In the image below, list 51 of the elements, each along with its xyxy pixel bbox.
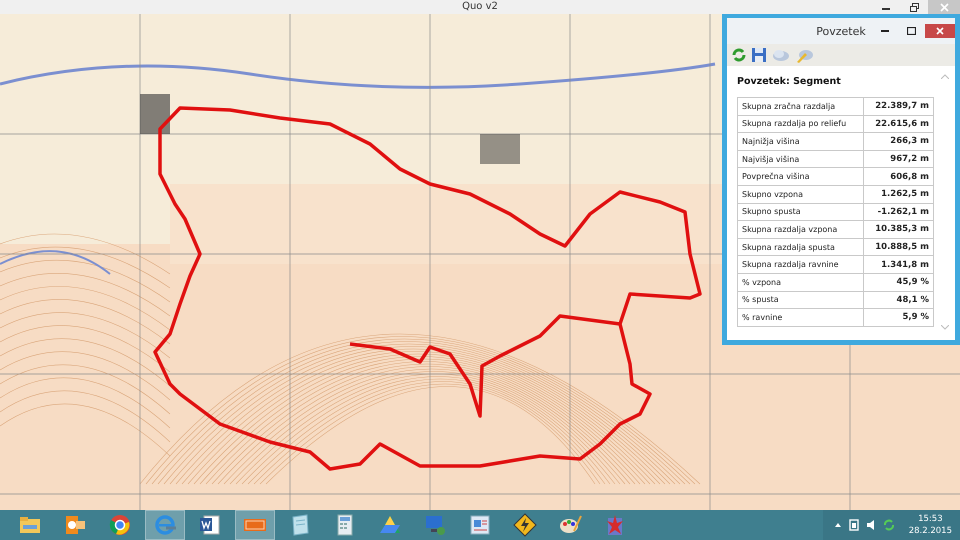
stat-label: Povprečna višina <box>738 168 864 186</box>
stat-value: 10.385,3 m <box>864 220 934 238</box>
scroll-down-icon[interactable] <box>941 325 949 330</box>
stat-value: 22.615,6 m <box>864 115 934 133</box>
stat-label: Skupna razdalja po reliefu <box>738 115 864 133</box>
stat-label: Skupna razdalja ravnine <box>738 256 864 274</box>
summary-heading: Povzetek: Segment <box>737 76 842 87</box>
close-button[interactable] <box>925 24 955 38</box>
stat-value: 1.341,8 m <box>864 256 934 274</box>
web-browser-icon <box>153 513 177 537</box>
restore-icon <box>910 2 918 12</box>
window-title: Quo v2 <box>462 0 498 14</box>
mail-icon <box>63 513 87 537</box>
stat-value: 22.389,7 m <box>864 98 934 116</box>
stat-label: Najnižja višina <box>738 132 864 150</box>
stat-value: 266,3 m <box>864 132 934 150</box>
stat-value: 606,8 m <box>864 168 934 186</box>
minimize-icon <box>881 30 889 32</box>
stat-value: 5,9 % <box>864 308 934 326</box>
stat-label: Najvišja višina <box>738 150 864 168</box>
stat-label: % vzpona <box>738 273 864 292</box>
clock-date[interactable]: 28.2.2015 <box>908 525 952 537</box>
document-icon <box>198 513 222 537</box>
stat-value: 10.888,5 m <box>864 238 934 256</box>
stat-value: 48,1 % <box>864 291 934 309</box>
stat-label: % ravnine <box>738 308 864 326</box>
stat-value: 1.262,5 m <box>864 185 934 204</box>
clock-time[interactable]: 15:53 <box>918 513 943 525</box>
stat-value: 967,2 m <box>864 150 934 168</box>
lightning-icon <box>513 513 537 537</box>
panel-title: Povzetek <box>816 24 866 38</box>
stat-label: % spusta <box>738 291 864 309</box>
show-hidden-icons-icon[interactable] <box>834 523 841 527</box>
globe-icon <box>108 513 132 537</box>
close-icon <box>936 27 944 35</box>
stat-label: Skupno vzpona <box>738 185 864 204</box>
scroll-up-icon[interactable] <box>941 74 949 79</box>
speaker-icon[interactable] <box>866 520 875 530</box>
stat-label: Skupna zračna razdalja <box>738 98 864 116</box>
stat-label: Skupna razdalja spusta <box>738 238 864 256</box>
stat-label: Skupno spusta <box>738 203 864 221</box>
stat-label: Skupna razdalja vzpona <box>738 220 864 238</box>
computer-icon <box>423 513 447 537</box>
stat-value: -1.262,1 m <box>864 203 934 221</box>
sync-icon[interactable] <box>882 519 895 531</box>
slideshow-icon <box>468 513 492 537</box>
refresh-icon[interactable] <box>731 47 747 63</box>
stat-value: 45,9 % <box>864 273 934 292</box>
network-icon[interactable] <box>848 519 859 531</box>
close-icon <box>940 2 948 12</box>
maximize-icon <box>906 27 916 35</box>
